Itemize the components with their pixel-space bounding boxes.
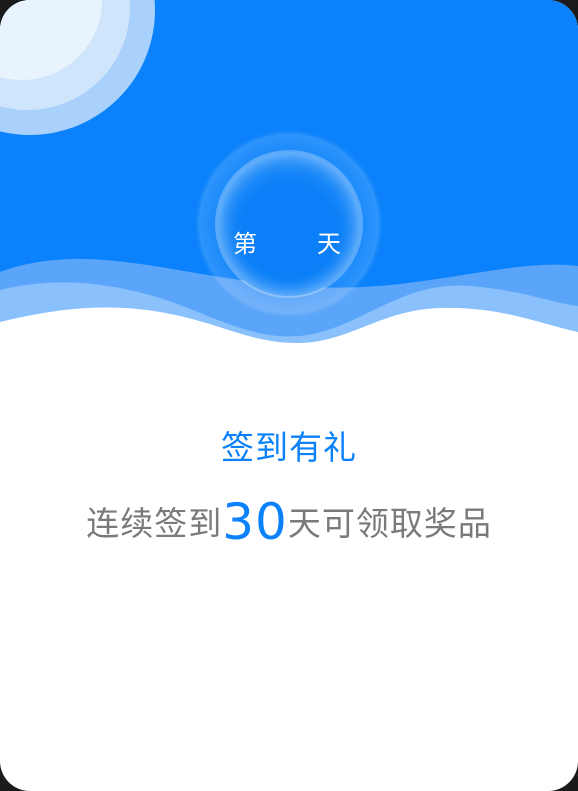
signin-card: 第 天 签到有礼 连续签到30天可领取奖品 bbox=[0, 0, 578, 791]
reward-text-after: 天可领取奖品 bbox=[287, 504, 492, 543]
day-suffix: 天 bbox=[317, 230, 341, 258]
reward-days-count: 30 bbox=[222, 493, 288, 551]
day-badge-label: 第 天 bbox=[217, 224, 361, 264]
reward-description: 连续签到30天可领取奖品 bbox=[0, 490, 578, 556]
header-banner: 第 天 bbox=[0, 0, 578, 360]
page-title: 签到有礼 bbox=[221, 428, 357, 467]
day-prefix: 第 bbox=[233, 230, 257, 258]
reward-text-before: 连续签到 bbox=[86, 504, 223, 543]
